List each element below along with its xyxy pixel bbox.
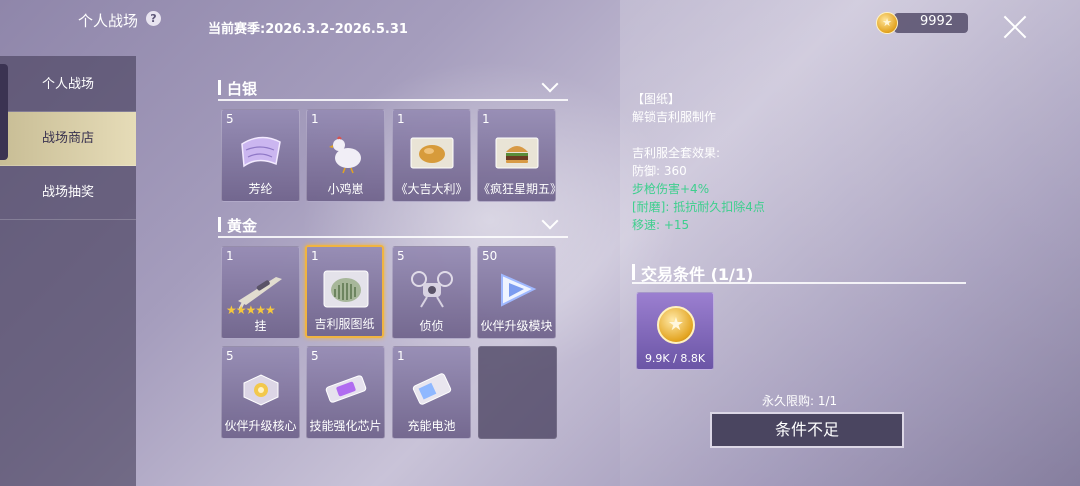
speed-stat: 移速: +15 [632,218,690,232]
shop-item-chick[interactable]: 1 小鸡崽 [306,109,385,202]
item-quantity: 5 [226,112,234,126]
top-bar: 个人战场 ? 当前赛季:2026.3.2-2026.5.31 ★ 9992 [0,0,1080,44]
item-name: 吉利服图纸 [314,317,375,331]
shop-item-ghillie-blueprint[interactable]: 1 吉利服图纸 [305,245,384,338]
help-icon[interactable]: ? [146,11,161,26]
rifle-damage-stat: 步枪伤害+4% [632,182,710,196]
battery-icon [412,373,452,405]
trade-cost-card[interactable]: ★ 9.9K / 8.8K [636,292,714,370]
chevron-down-icon[interactable] [541,75,559,93]
burger-blueprint-icon [495,137,539,169]
section-title: 白银 [227,80,258,98]
page-title: 个人战场 [78,12,139,30]
item-name: 挂 [254,319,267,333]
sidebar-item-battlefield-shop[interactable]: 战场商店 [0,112,136,166]
ghillie-suit-icon [323,270,369,308]
item-name: 技能强化芯片 [309,419,382,433]
shop-item-crazy-friday[interactable]: 1 《疯狂星期五》 [477,109,556,202]
item-name: 《疯狂星期五》 [478,182,556,196]
drone-icon [411,271,453,308]
section-title: 黄金 [227,217,258,235]
coin-icon: ★ [657,306,695,344]
trade-cost-value: 9.9K / 8.8K [644,352,706,365]
item-name: 《大吉大利》 [395,182,468,196]
sidebar-item-battlefield-lottery[interactable]: 战场抽奖 [0,166,136,220]
item-name: 侦侦 [419,319,444,333]
item-quantity: 1 [226,249,234,263]
item-quantity: 5 [226,349,234,363]
shop-item-drone[interactable]: 5 侦侦 [392,246,471,339]
core-icon [243,374,279,406]
chicken-icon [329,136,361,174]
shop-item-fabric[interactable]: 5 芳纶 [221,109,300,202]
item-name: 伙伴升级核心 [224,419,297,433]
trade-conditions-header: 交易条件 (1/1) [632,260,966,284]
rarity-stars: ★★★★★ [226,303,276,317]
item-quantity: 5 [397,249,405,263]
currency-display: ★ 9992 [876,12,968,34]
shop-item-partner-module[interactable]: 50 伙伴升级模块 [477,246,556,339]
item-detail-panel: 【图纸】 解锁吉利服制作 吉利服全套效果: 防御: 360 步枪伤害+4% [耐… [632,90,765,234]
item-name: 小鸡崽 [327,182,364,196]
shop-item-battery[interactable]: 1 充能电池 [392,346,471,439]
purchase-limit: 永久限购: 1/1 [762,394,838,408]
fabric-icon [241,136,281,168]
chip-icon [325,375,367,403]
shop-item-chicken-dinner[interactable]: 1 《大吉大利》 [392,109,471,202]
sidebar-edge-tab [0,64,8,160]
chevron-down-icon[interactable] [541,212,559,230]
close-icon[interactable] [1002,14,1028,40]
sidebar: 个人战场 战场商店 战场抽奖 [0,56,136,486]
item-quantity: 50 [482,249,498,263]
module-icon [501,273,537,307]
section-header-gold[interactable]: 黄金 [218,212,568,238]
sidebar-item-personal-battlefield[interactable]: 个人战场 [0,58,136,112]
item-quantity: 1 [397,112,405,126]
defense-stat: 防御: 360 [632,164,687,178]
item-quantity: 1 [311,249,319,263]
empty-slot [478,346,557,439]
shop-item-partner-core[interactable]: 5 伙伴升级核心 [221,346,300,439]
shop-item-sniper[interactable]: 1 ★★★★★ 挂 [221,246,300,339]
season-range: 当前赛季:2026.3.2-2026.5.31 [208,22,408,37]
item-name: 芳纶 [248,182,273,196]
shop-item-skill-chip[interactable]: 5 技能强化芯片 [306,346,385,439]
item-quantity: 5 [311,349,319,363]
durability-stat: [耐磨]: 抵抗耐久扣除4点 [632,200,765,214]
currency-value: 9992 [920,14,954,29]
item-name: 伙伴升级模块 [480,319,553,333]
buy-button[interactable]: 条件不足 [710,412,904,448]
item-quantity: 1 [397,349,405,363]
coin-icon: ★ [876,12,898,34]
item-name: 充能电池 [407,419,456,433]
item-quantity: 1 [311,112,319,126]
detail-description: 解锁吉利服制作 [632,110,717,124]
item-quantity: 1 [482,112,490,126]
set-effect-title: 吉利服全套效果: [632,146,721,160]
section-header-silver[interactable]: 白银 [218,75,568,101]
detail-tag: 【图纸】 [632,92,681,106]
chicken-dinner-blueprint-icon [410,137,454,169]
